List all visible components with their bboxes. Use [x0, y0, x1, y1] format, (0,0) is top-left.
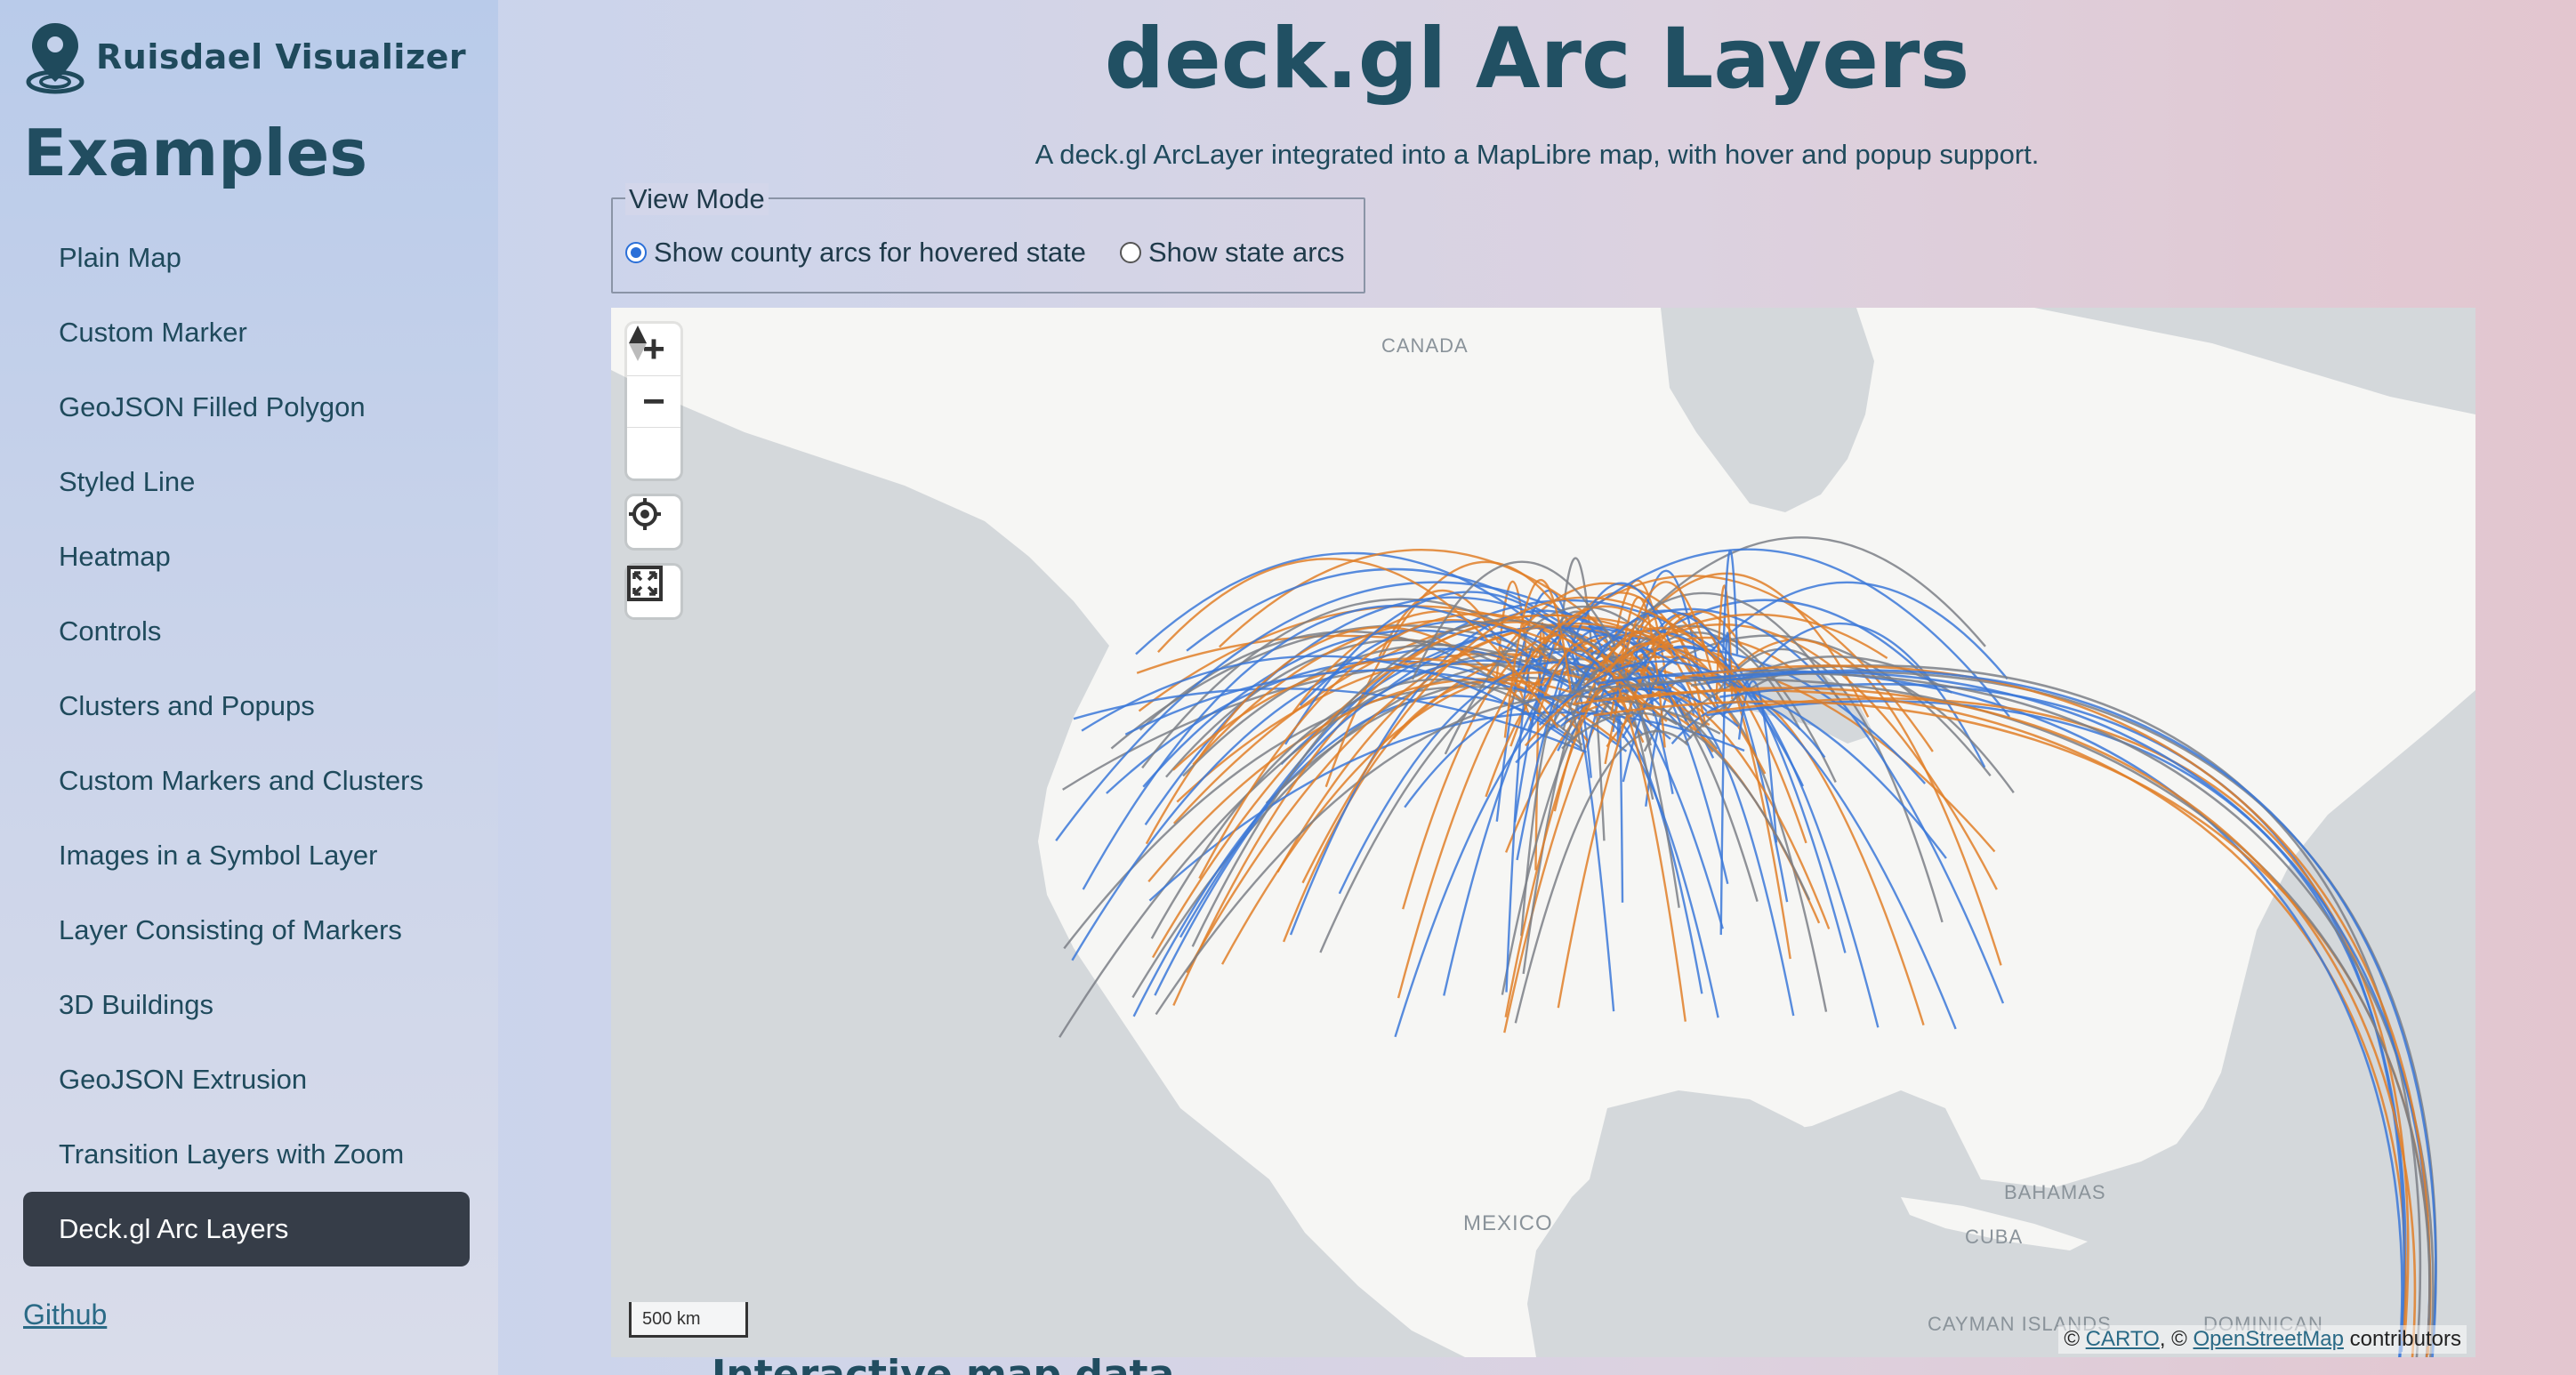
state-arcs-label: Show state arcs [1148, 237, 1345, 268]
carto-link[interactable]: CARTO [2086, 1327, 2160, 1351]
sidebar: Ruisdael Visualizer Examples Plain Map C… [0, 0, 498, 1375]
sidebar-item-plain-map[interactable]: Plain Map [23, 221, 470, 295]
fullscreen-control [627, 566, 680, 617]
sidebar-item-controls[interactable]: Controls [23, 594, 470, 669]
sidebar-item-clusters-and-popups[interactable]: Clusters and Popups [23, 669, 470, 744]
compass-button[interactable] [627, 326, 680, 478]
geolocate-button[interactable] [627, 496, 680, 548]
fullscreen-button[interactable] [627, 566, 680, 617]
sidebar-item-styled-line[interactable]: Styled Line [23, 445, 470, 519]
below-map-heading: Interactive map data [712, 1355, 1174, 1375]
label-cuba: CUBA [1965, 1226, 2024, 1248]
label-mexico: MEXICO [1463, 1211, 1553, 1235]
github-link[interactable]: Github [23, 1299, 107, 1331]
map-attribution: © CARTO, © OpenStreetMap contributors [2058, 1325, 2467, 1354]
state-arcs-option[interactable]: Show state arcs [1120, 237, 1345, 269]
zoom-out-button[interactable]: − [627, 375, 680, 427]
compass-icon [629, 326, 647, 361]
brand[interactable]: Ruisdael Visualizer [23, 20, 466, 94]
map[interactable]: CANADA MEXICO BAHAMAS CUBA CAYMAN ISLAND… [611, 308, 2475, 1357]
brand-name: Ruisdael Visualizer [96, 37, 467, 76]
sidebar-item-images-in-symbol-layer[interactable]: Images in a Symbol Layer [23, 818, 470, 893]
sidebar-item-custom-markers-and-clusters[interactable]: Custom Markers and Clusters [23, 744, 470, 818]
sidebar-item-custom-marker[interactable]: Custom Marker [23, 295, 470, 370]
state-arcs-radio[interactable] [1120, 242, 1141, 263]
page-subtitle: A deck.gl ArcLayer integrated into a Map… [1034, 139, 2040, 170]
fullscreen-icon [627, 566, 663, 601]
map-pin-logo-icon [26, 23, 85, 94]
navigation-control: + − [627, 324, 680, 478]
sidebar-item-transition-layers[interactable]: Transition Layers with Zoom [23, 1117, 470, 1192]
view-mode-fieldset: View Mode Show county arcs for hovered s… [611, 183, 1365, 293]
sidebar-nav: Plain Map Custom Marker GeoJSON Filled P… [23, 221, 470, 1266]
sidebar-item-3d-buildings[interactable]: 3D Buildings [23, 968, 470, 1042]
sidebar-heading: Examples [23, 116, 368, 190]
county-arcs-label: Show county arcs for hovered state [654, 237, 1086, 268]
geolocate-control [627, 496, 680, 548]
sidebar-item-heatmap[interactable]: Heatmap [23, 519, 470, 594]
geolocate-icon [629, 498, 661, 530]
sidebar-item-deckgl-arc-layers[interactable]: Deck.gl Arc Layers [23, 1192, 470, 1266]
osm-link[interactable]: OpenStreetMap [2194, 1327, 2344, 1351]
county-arcs-option[interactable]: Show county arcs for hovered state [625, 237, 1086, 269]
label-bahamas: BAHAMAS [2004, 1181, 2106, 1203]
scale-bar: 500 km [629, 1302, 748, 1338]
view-mode-legend: View Mode [625, 183, 769, 215]
sidebar-item-geojson-filled-polygon[interactable]: GeoJSON Filled Polygon [23, 370, 470, 445]
label-canada: CANADA [1381, 334, 1469, 357]
sidebar-item-geojson-extrusion[interactable]: GeoJSON Extrusion [23, 1042, 470, 1117]
page-title: deck.gl Arc Layers [1104, 11, 1970, 108]
sidebar-item-layer-of-markers[interactable]: Layer Consisting of Markers [23, 893, 470, 968]
map-canvas[interactable] [611, 308, 2475, 1357]
county-arcs-radio[interactable] [625, 242, 647, 263]
